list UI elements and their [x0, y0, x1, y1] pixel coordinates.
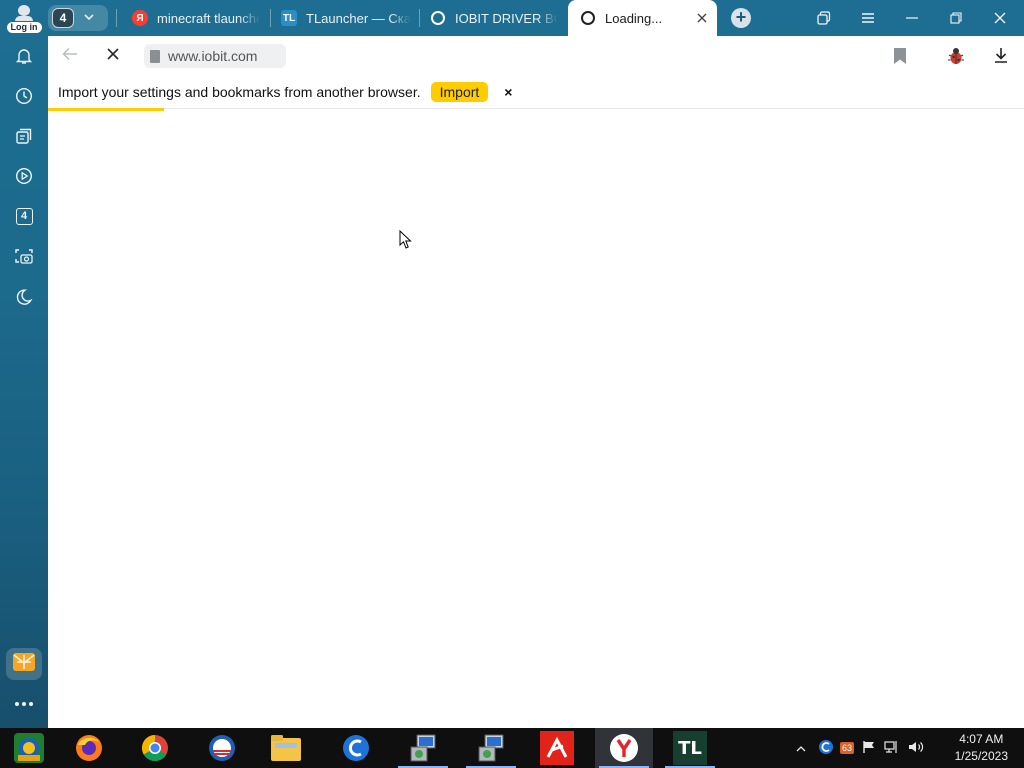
tab-separator	[270, 9, 271, 27]
clock-time: 4:07 AM	[959, 732, 1004, 746]
firefox-icon[interactable]	[60, 728, 118, 768]
add-icon[interactable]	[12, 650, 36, 674]
tab-title: Loading...	[605, 10, 663, 26]
url-text: www.iobit.com	[168, 48, 258, 64]
mouse-cursor-icon	[399, 230, 412, 249]
browser-content: www.iobit.com Import your settings and b…	[48, 36, 1024, 728]
tl-icon: TL	[281, 10, 297, 26]
avatar-body	[15, 15, 33, 21]
import-button[interactable]: Import	[430, 82, 489, 102]
file-explorer-icon[interactable]	[257, 728, 315, 768]
back-arrow-icon[interactable]	[62, 45, 84, 67]
tab-title: IOBIT DRIVER BOO	[455, 10, 558, 26]
tab-separator	[419, 9, 420, 27]
tabs-menu-icon[interactable]	[806, 0, 842, 36]
tab-count-icon[interactable]: 4	[12, 204, 36, 228]
clock[interactable]: 4:07 AM 1/25/2023	[955, 731, 1008, 765]
flag-icon[interactable]	[862, 740, 876, 757]
omnibar: www.iobit.com	[48, 36, 1024, 76]
infobar-message: Import your settings and bookmarks from …	[58, 84, 421, 100]
history-icon[interactable]	[12, 84, 36, 108]
menu-icon[interactable]	[850, 0, 886, 36]
infobar-close-button[interactable]: ×	[504, 84, 512, 100]
tab-minecraft[interactable]: Я minecraft tlauncher	[132, 0, 260, 36]
clock-date: 1/25/2023	[954, 749, 1008, 763]
avira-icon[interactable]	[528, 728, 586, 768]
volume-icon[interactable]	[908, 740, 924, 757]
ccleaner-icon[interactable]	[327, 728, 385, 768]
tab-strip: Log in 4 Я minecraft tlauncher TL TLaunc…	[0, 0, 1024, 36]
tab-count: 4	[52, 8, 74, 28]
bell-icon[interactable]	[12, 44, 36, 68]
tab-iobit[interactable]: IOBIT DRIVER BOO	[430, 0, 558, 36]
ccleaner-tray-icon[interactable]	[818, 739, 834, 758]
tab-count-label: 4	[15, 207, 33, 225]
network-icon[interactable]	[884, 740, 900, 757]
tab-separator	[116, 9, 117, 27]
sidebar: 4	[0, 36, 48, 728]
stop-icon[interactable]	[106, 45, 128, 67]
close-tab-icon[interactable]	[697, 10, 707, 26]
loading-ring-icon	[580, 10, 596, 26]
download-icon[interactable]	[992, 46, 1012, 66]
page-icon	[150, 49, 160, 63]
tab-loading-active[interactable]: Loading...	[568, 0, 717, 36]
yandex-icon: Я	[132, 10, 148, 26]
login-label: Log in	[6, 22, 42, 33]
chrome-icon[interactable]	[126, 728, 184, 768]
tab-tlauncher[interactable]: TL TLauncher — Ска	[281, 0, 411, 36]
page-body	[48, 110, 1024, 728]
tab-group-button[interactable]: 4	[48, 5, 108, 31]
installer-icon-2[interactable]	[462, 728, 520, 768]
system-tray: 63	[796, 728, 924, 768]
collections-icon[interactable]	[12, 124, 36, 148]
close-icon[interactable]	[982, 0, 1018, 36]
start-icon[interactable]	[0, 728, 58, 768]
more-icon[interactable]	[12, 692, 36, 716]
new-tab-button[interactable]: +	[731, 8, 751, 28]
chevron-down-icon	[84, 12, 94, 24]
night-mode-icon[interactable]	[12, 285, 36, 309]
tab-title: TLauncher — Ска	[306, 10, 411, 26]
tlauncher-icon[interactable]: TL	[661, 728, 719, 768]
minimize-icon[interactable]	[894, 0, 930, 36]
tray-expand-icon[interactable]	[796, 741, 806, 755]
avatar-head	[18, 5, 30, 16]
tab-title: minecraft tlauncher	[157, 10, 260, 26]
screenshot-icon[interactable]	[12, 244, 36, 268]
import-infobar: Import your settings and bookmarks from …	[48, 76, 1024, 109]
installer-icon[interactable]	[394, 728, 452, 768]
yandex-browser-icon[interactable]	[595, 728, 653, 768]
address-bar[interactable]: www.iobit.com	[144, 44, 286, 68]
play-icon[interactable]	[12, 164, 36, 188]
loading-ring-icon	[430, 10, 446, 26]
profile-button[interactable]: Log in	[6, 3, 42, 33]
tray-badge[interactable]: 63	[840, 742, 855, 754]
bookmark-icon[interactable]	[894, 48, 906, 64]
extension-bug-icon[interactable]	[946, 46, 966, 66]
restore-icon[interactable]	[938, 0, 974, 36]
taskbar: TL 63 4:07 AM 1/25/2023	[0, 728, 1024, 768]
outlook-icon[interactable]	[193, 728, 251, 768]
